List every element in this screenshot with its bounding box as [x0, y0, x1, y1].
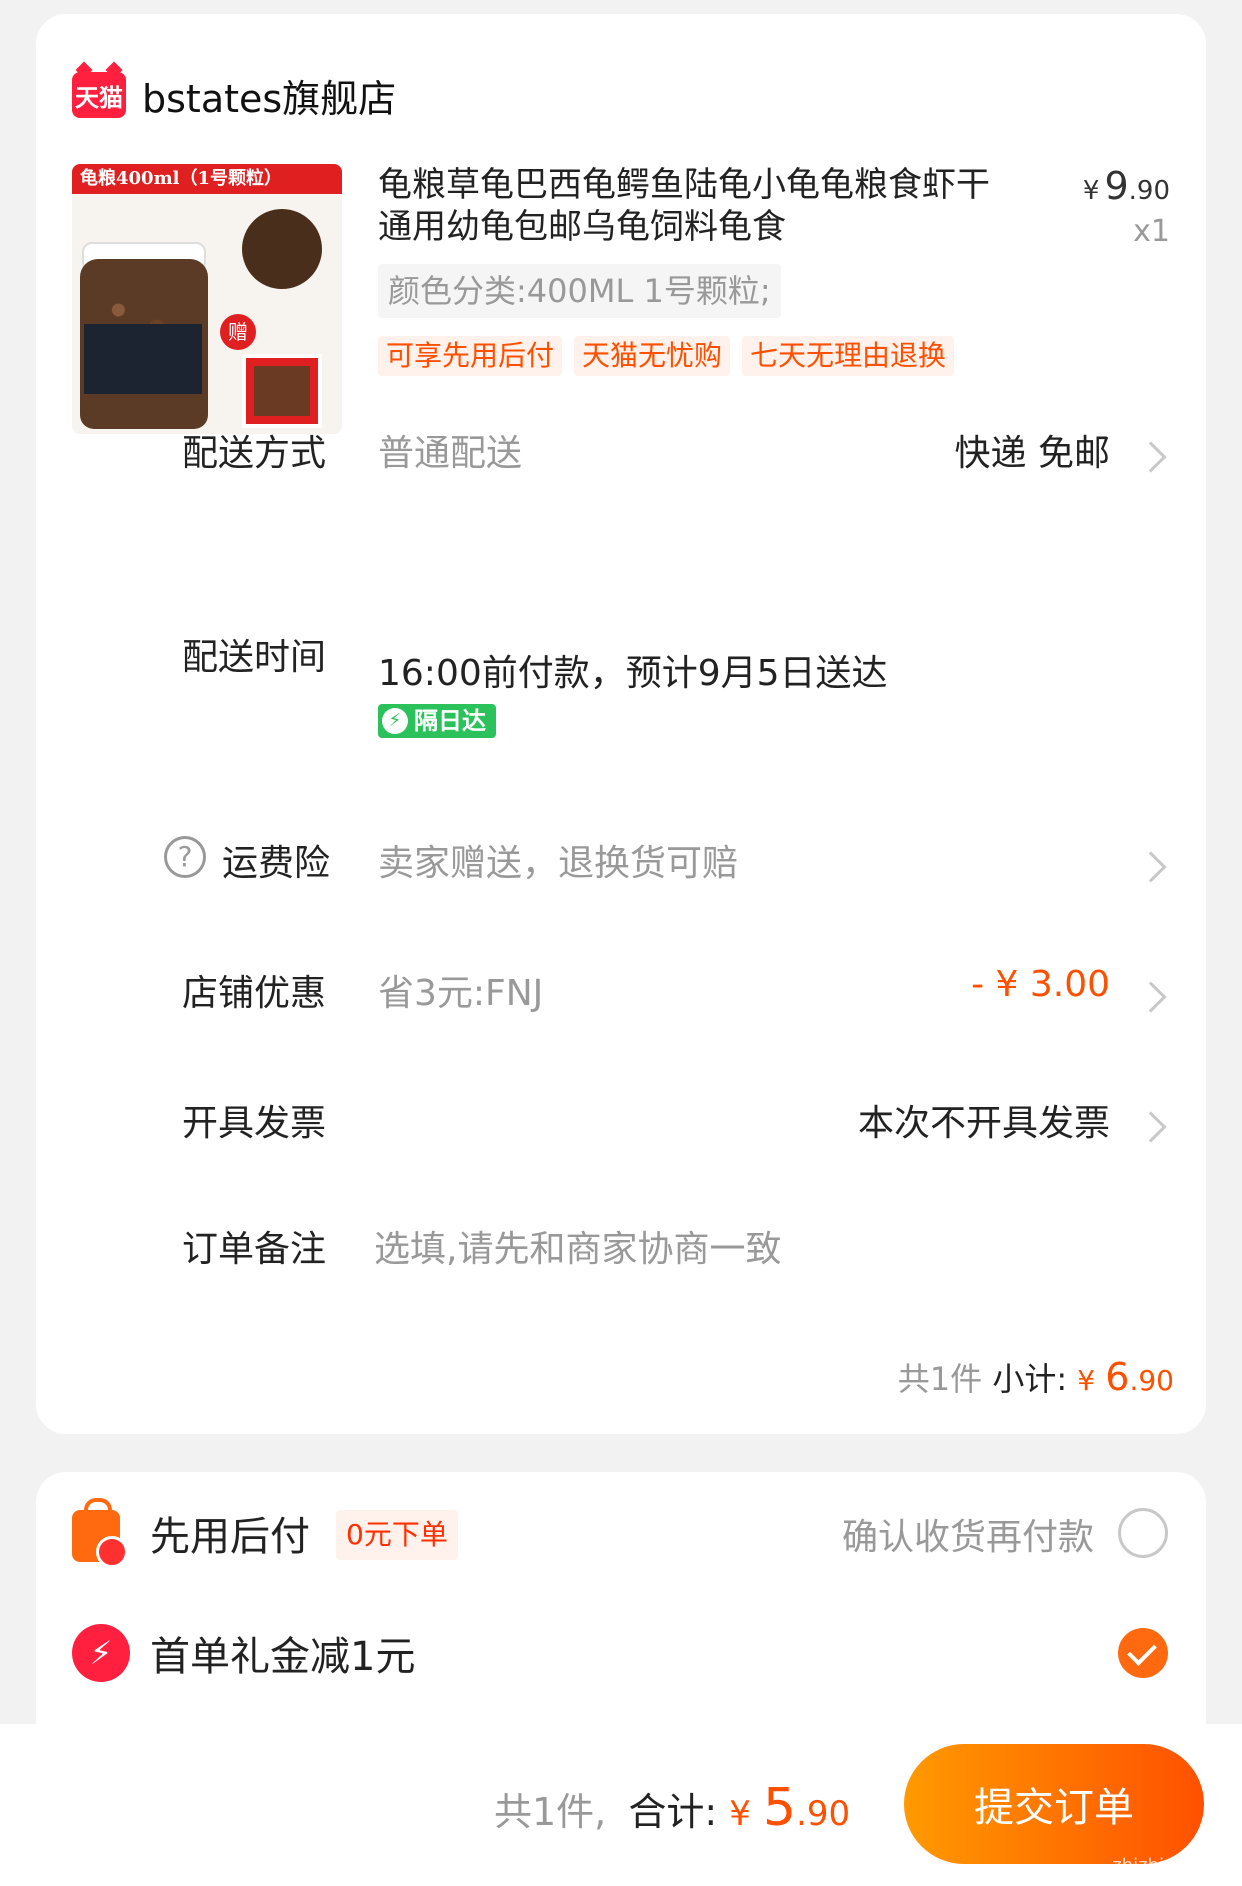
gift-tag: 赠 — [220, 314, 256, 350]
store-header[interactable]: 天猫 bstates旗舰店 — [72, 60, 396, 130]
service-tags: 可享先用后付 天猫无忧购 七天无理由退换 — [378, 336, 955, 376]
store-discount-amount: - ¥ 3.00 — [971, 964, 1110, 1005]
freight-insurance-row[interactable]: ? 运费险 卖家赠送，退换货可赔 — [36, 822, 1206, 892]
pay-later-radio[interactable] — [1118, 1508, 1168, 1558]
product-image-banner: 龟粮400ml（1号颗粒） — [72, 164, 342, 194]
total-yen: ¥ — [729, 1794, 751, 1834]
next-day-badge: ⚡ 隔日达 — [378, 704, 496, 738]
freight-insurance-value: 卖家赠送，退换货可赔 — [378, 843, 739, 884]
subtotal-yen: ¥ — [1077, 1364, 1096, 1397]
pay-later-label: 先用后付 — [150, 1514, 310, 1560]
remark-label: 订单备注 — [182, 1229, 327, 1270]
delivery-method-right: 快递 免邮 — [954, 433, 1110, 474]
sku-selector[interactable]: 颜色分类:400ML 1号颗粒; — [378, 264, 781, 318]
tag-seven-day-return: 七天无理由退换 — [742, 336, 955, 376]
store-name[interactable]: bstates旗舰店 — [142, 68, 396, 123]
pay-later-hint: 确认收货再付款 — [841, 1517, 1094, 1558]
lightning-icon: ⚡ — [382, 708, 408, 734]
tag-pay-later: 可享先用后付 — [378, 336, 563, 376]
price-dec: .90 — [1128, 176, 1170, 206]
invoice-value: 本次不开具发票 — [857, 1103, 1110, 1144]
price-yen: ¥ — [1082, 176, 1100, 206]
tmall-logo: 天猫 — [72, 72, 126, 118]
lightning-icon: ⚡ — [72, 1624, 130, 1682]
product-title[interactable]: 龟粮草龟巴西龟鳄鱼陆龟小龟龟粮食虾干通用幼龟包邮乌龟饲料龟食 — [378, 164, 1018, 248]
total-amount: ¥ 5.90 — [729, 1778, 851, 1838]
shopping-bag-icon — [72, 1498, 128, 1568]
delivery-time-value: 16:00前付款，预计9月5日送达 — [378, 653, 888, 694]
tmall-logo-text: 天猫 — [75, 83, 123, 112]
jar-label — [84, 324, 202, 394]
next-day-badge-text: 隔日达 — [414, 707, 486, 735]
total-int: 5 — [763, 1778, 797, 1838]
pellet-sample-image — [242, 209, 322, 289]
remark-input[interactable]: 选填,请先和商家协商一致 — [374, 1220, 781, 1272]
first-order-coupon-label: 首单礼金减1元 — [150, 1634, 416, 1680]
delivery-method-row[interactable]: 配送方式 普通配送 快递 免邮 — [36, 412, 1206, 482]
total-count: 共1件, — [494, 1790, 607, 1834]
freight-insurance-label: 运费险 — [222, 843, 331, 884]
price-int: 9 — [1104, 164, 1129, 208]
subtotal-dec: .90 — [1129, 1364, 1174, 1397]
delivery-time-label: 配送时间 — [182, 637, 327, 678]
help-icon[interactable]: ? — [164, 836, 206, 878]
product-quantity: x1 — [1133, 214, 1170, 249]
zero-yuan-badge: 0元下单 — [336, 1510, 458, 1560]
store-discount-value: 省3元:FNJ — [378, 973, 544, 1014]
watermark: zhizhizhi.com — [1112, 1855, 1234, 1876]
subtotal-count: 共1件 — [897, 1360, 983, 1398]
order-card: 天猫 bstates旗舰店 龟粮400ml（1号颗粒） 赠 龟粮草龟巴西龟鳄鱼陆… — [36, 14, 1206, 1434]
chevron-right-icon — [1135, 1111, 1167, 1143]
delivery-method-label: 配送方式 — [182, 433, 327, 474]
store-discount-row[interactable]: 店铺优惠 省3元:FNJ - ¥ 3.00 — [36, 952, 1206, 1022]
product-image[interactable]: 龟粮400ml（1号颗粒） 赠 — [72, 164, 342, 434]
subtotal-int: 6 — [1105, 1355, 1130, 1399]
delivery-method-value: 普通配送 — [378, 433, 523, 474]
chevron-right-icon — [1135, 981, 1167, 1013]
order-total: 共1件, 合计: ¥ 5.90 — [494, 1778, 850, 1838]
submit-order-button[interactable]: 提交订单 — [904, 1744, 1204, 1864]
checkout-bar: 共1件, 合计: ¥ 5.90 提交订单 zhizhizhi.com — [0, 1724, 1242, 1886]
subtotal: 共1件 小计: ¥ 6.90 — [898, 1354, 1174, 1400]
chevron-right-icon — [1135, 851, 1167, 883]
invoice-label: 开具发票 — [182, 1103, 327, 1144]
first-order-coupon-check[interactable] — [1118, 1628, 1168, 1678]
subtotal-label: 小计: — [992, 1360, 1068, 1398]
subtotal-amount: ¥ 6.90 — [1077, 1355, 1174, 1399]
total-dec: .90 — [796, 1794, 851, 1834]
store-discount-label: 店铺优惠 — [182, 973, 327, 1014]
invoice-row[interactable]: 开具发票 本次不开具发票 — [36, 1082, 1206, 1152]
total-label: 合计: — [628, 1790, 718, 1834]
chevron-right-icon — [1135, 441, 1167, 473]
tag-worry-free: 天猫无忧购 — [574, 336, 731, 376]
remark-row[interactable]: 订单备注 选填,请先和商家协商一致 — [36, 1208, 1206, 1278]
product-price: ¥ 9.90 — [1083, 164, 1170, 208]
